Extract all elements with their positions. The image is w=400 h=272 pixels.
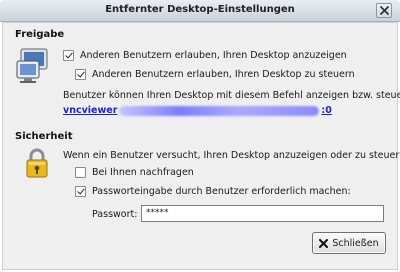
window-title: Entfernter Desktop-Einstellungen bbox=[105, 4, 295, 15]
close-icon bbox=[379, 6, 389, 15]
password-label: Passwort: bbox=[92, 209, 138, 220]
close-button-label: Schließen bbox=[332, 237, 379, 249]
lock-icon bbox=[26, 148, 48, 178]
close-button[interactable]: Schließen bbox=[312, 232, 386, 254]
sharing-heading: Freigabe bbox=[15, 29, 65, 40]
require-password-option[interactable]: Passworteingabe durch Benutzer erforderl… bbox=[75, 186, 351, 197]
dialog-content: Freigabe Anderen Benutzern erlauben, Ihr… bbox=[2, 22, 400, 270]
allow-control-label: Anderen Benutzern erlauben, Ihren Deskto… bbox=[92, 69, 355, 80]
require-password-checkbox[interactable] bbox=[75, 186, 86, 197]
allow-control-option[interactable]: Anderen Benutzern erlauben, Ihren Deskto… bbox=[75, 69, 355, 80]
remote-desktop-icon bbox=[16, 48, 48, 83]
dialog-window: Entfernter Desktop-Einstellungen Freigab… bbox=[0, 0, 400, 272]
ask-label: Bei Ihnen nachfragen bbox=[92, 167, 194, 178]
security-prompt: Wenn ein Benutzer versucht, Ihren Deskto… bbox=[63, 150, 400, 161]
allow-control-checkbox[interactable] bbox=[75, 69, 86, 80]
password-field[interactable]: ***** bbox=[141, 205, 384, 222]
allow-view-checkbox[interactable] bbox=[63, 50, 74, 61]
require-password-label: Passworteingabe durch Benutzer erforderl… bbox=[92, 186, 351, 197]
command-prefix: vncviewer bbox=[63, 105, 118, 116]
title-bar[interactable]: Entfernter Desktop-Einstellungen bbox=[0, 0, 400, 22]
ask-checkbox[interactable] bbox=[75, 167, 86, 178]
close-icon bbox=[319, 238, 329, 248]
command-suffix: :0 bbox=[321, 105, 332, 116]
security-heading: Sicherheit bbox=[15, 131, 73, 142]
redacted-host bbox=[119, 105, 320, 116]
allow-view-label: Anderen Benutzern erlauben, Ihren Deskto… bbox=[80, 50, 347, 61]
ask-option[interactable]: Bei Ihnen nachfragen bbox=[75, 167, 194, 178]
titlebar-close-button[interactable] bbox=[376, 3, 392, 18]
command-link[interactable]: vncviewer :0 bbox=[63, 105, 332, 116]
command-hint: Benutzer können Ihren Desktop mit diesem… bbox=[63, 90, 400, 101]
allow-view-option[interactable]: Anderen Benutzern erlauben, Ihren Deskto… bbox=[63, 50, 347, 61]
